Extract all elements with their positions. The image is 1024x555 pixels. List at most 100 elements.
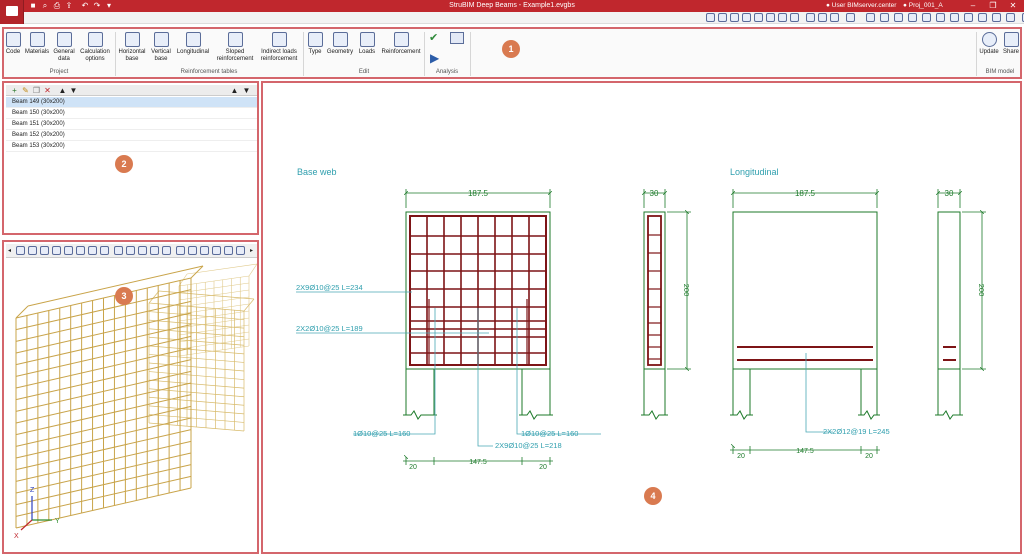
type-button[interactable]: Type — [305, 32, 325, 56]
grid-icon[interactable] — [880, 13, 889, 22]
view-icon[interactable] — [28, 246, 37, 255]
snap-icon[interactable] — [894, 13, 903, 22]
pan-icon[interactable] — [224, 246, 233, 255]
list-item[interactable]: Beam 151 (30x200) — [6, 119, 257, 130]
horizontal-base-button[interactable]: Horizontal base — [116, 32, 148, 62]
dimension-icon[interactable] — [936, 13, 945, 22]
zoom-all-icon[interactable] — [742, 13, 751, 22]
zoom-in-icon[interactable] — [188, 246, 197, 255]
view-icon[interactable] — [126, 246, 135, 255]
save-icon[interactable]: ■ — [28, 1, 38, 11]
app-logo[interactable] — [0, 0, 24, 24]
check-icon[interactable]: ✔ — [429, 32, 443, 44]
table-icon[interactable] — [964, 13, 973, 22]
geometry-button[interactable]: Geometry — [326, 32, 354, 56]
bar-label-horizontal-lower: 2X2Ø10@25 L=189 — [296, 324, 363, 333]
layers-icon[interactable] — [806, 13, 815, 22]
pan-icon[interactable] — [766, 13, 775, 22]
orbit-icon[interactable] — [236, 246, 245, 255]
longitudinal-icon — [185, 32, 201, 47]
image-icon[interactable] — [950, 13, 959, 22]
eye-icon[interactable] — [162, 246, 171, 255]
axis-y-label: Y — [55, 518, 60, 525]
list-item[interactable]: Beam 153 (30x200) — [6, 141, 257, 152]
list-item[interactable]: Beam 149 (30x200) — [6, 97, 257, 108]
filter-icon[interactable] — [978, 13, 987, 22]
edit-icon[interactable]: ✎ — [21, 86, 30, 95]
close-icon[interactable]: ✕ — [1004, 0, 1022, 12]
minimize-icon[interactable]: – — [964, 0, 982, 12]
loads-button[interactable]: Loads — [356, 32, 378, 56]
code-button[interactable]: Code — [4, 32, 22, 56]
reinforcement-button[interactable]: Reinforcement — [379, 32, 423, 56]
add-icon[interactable]: + — [10, 86, 19, 95]
tools-icon[interactable] — [1006, 13, 1015, 22]
window-icon[interactable] — [866, 13, 875, 22]
zoom-window-icon[interactable] — [176, 246, 185, 255]
play-icon[interactable]: ▶ — [430, 51, 444, 65]
quick-access-dropdown-icon[interactable]: ▾ — [104, 1, 114, 11]
export-icon[interactable]: ⇪ — [64, 1, 74, 11]
materials-button[interactable]: Materials — [24, 32, 50, 56]
redo-icon[interactable]: ↷ — [92, 1, 102, 11]
move-up-icon[interactable]: ▲ — [58, 86, 67, 95]
zoom-all-icon[interactable] — [212, 246, 221, 255]
zoom-previous-icon[interactable] — [754, 13, 763, 22]
list-item[interactable]: Beam 150 (30x200) — [6, 108, 257, 119]
rebar-bar — [248, 263, 257, 277]
print-icon[interactable]: ⎙ — [52, 1, 62, 11]
view-icon[interactable] — [100, 246, 109, 255]
refresh-icon[interactable] — [790, 13, 799, 22]
longitudinal-button[interactable]: Longitudinal — [174, 32, 212, 56]
calculation-options-button[interactable]: Calculation options — [78, 32, 112, 62]
title-bar: StruBIM Deep Beams - Example1.evgbs ■ ⌕ … — [0, 0, 1024, 12]
sloped-reinforcement-button[interactable]: Sloped reinforcement — [214, 32, 256, 62]
view-icon[interactable] — [64, 246, 73, 255]
view-icon[interactable] — [16, 246, 25, 255]
group-label-analysis: Analysis — [435, 69, 459, 75]
code-icon — [5, 32, 21, 47]
orbit-icon[interactable] — [778, 13, 787, 22]
vertical-base-button[interactable]: Vertical base — [149, 32, 173, 62]
share-button[interactable]: Share — [1001, 32, 1021, 56]
project-selector[interactable]: ● Proj_001_A — [903, 1, 943, 11]
copy-icon[interactable]: ❐ — [32, 86, 41, 95]
scroll-right-icon[interactable]: ▸ — [250, 247, 253, 254]
eye-icon[interactable] — [88, 246, 97, 255]
scroll-left-icon[interactable]: ◂ — [8, 247, 11, 254]
move-down-icon[interactable]: ▼ — [69, 86, 78, 95]
measure-icon[interactable] — [922, 13, 931, 22]
reinforcement-drawing[interactable]: Base web Longitudinal 187.5 20 147.5 20 … — [263, 83, 1020, 552]
zoom-in-icon[interactable] — [718, 13, 727, 22]
project-name: Proj_001_A — [908, 2, 943, 9]
zoom-window-icon[interactable] — [706, 13, 715, 22]
restore-icon[interactable]: ❐ — [984, 0, 1002, 12]
print-drawing-icon[interactable] — [830, 13, 839, 22]
scroll-down-icon[interactable]: ▼ — [242, 86, 251, 95]
horizontal-base-icon — [124, 32, 140, 47]
view-icon[interactable] — [138, 246, 147, 255]
undo-icon[interactable]: ↶ — [80, 1, 90, 11]
ortho-icon[interactable] — [908, 13, 917, 22]
list-item[interactable]: Beam 152 (30x200) — [6, 130, 257, 141]
update-button[interactable]: Update — [978, 32, 1000, 56]
view-icon[interactable] — [114, 246, 123, 255]
view-icon[interactable] — [76, 246, 85, 255]
scroll-up-icon[interactable]: ▲ — [230, 86, 239, 95]
axes-icon[interactable] — [40, 246, 49, 255]
text-size-icon[interactable] — [818, 13, 827, 22]
view-icon[interactable] — [150, 246, 159, 255]
magnet-icon[interactable] — [846, 13, 855, 22]
delete-icon[interactable]: ✕ — [43, 86, 52, 95]
user-name: User BIMserver.center — [831, 2, 897, 9]
cube-icon[interactable] — [450, 32, 464, 44]
rebar-cage-front — [15, 265, 204, 529]
zoom-out-icon[interactable] — [730, 13, 739, 22]
general-data-button[interactable]: General data — [52, 32, 76, 62]
settings-icon[interactable] — [992, 13, 1001, 22]
search-icon[interactable]: ⌕ — [40, 1, 50, 11]
view-icon[interactable] — [52, 246, 61, 255]
user-account[interactable]: ● User BIMserver.center — [826, 1, 896, 11]
zoom-out-icon[interactable] — [200, 246, 209, 255]
indirect-loads-reinforcement-button[interactable]: Indirect loads reinforcement — [258, 32, 300, 62]
